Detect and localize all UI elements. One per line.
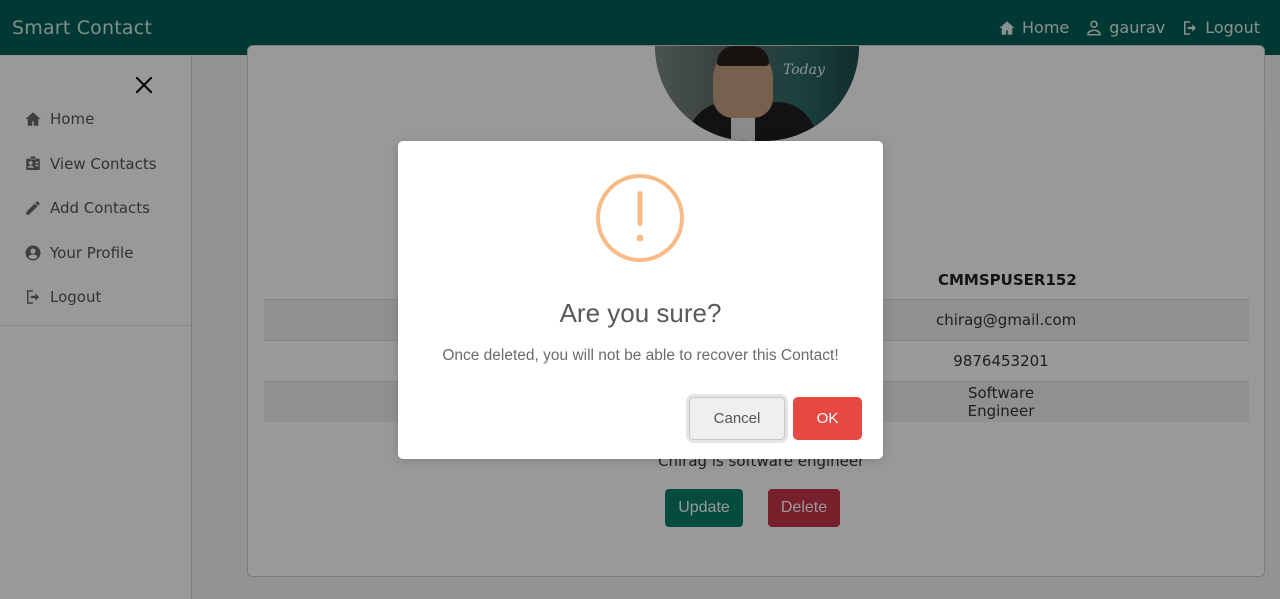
cancel-button[interactable]: Cancel [689,397,785,440]
dialog-title: Are you sure? [559,298,722,328]
dialog-message: Once deleted, you will not be able to re… [442,347,839,364]
confirm-dialog: Are you sure? Once deleted, you will not… [398,141,883,459]
warning-icon [596,174,684,262]
ok-button[interactable]: OK [793,397,862,440]
